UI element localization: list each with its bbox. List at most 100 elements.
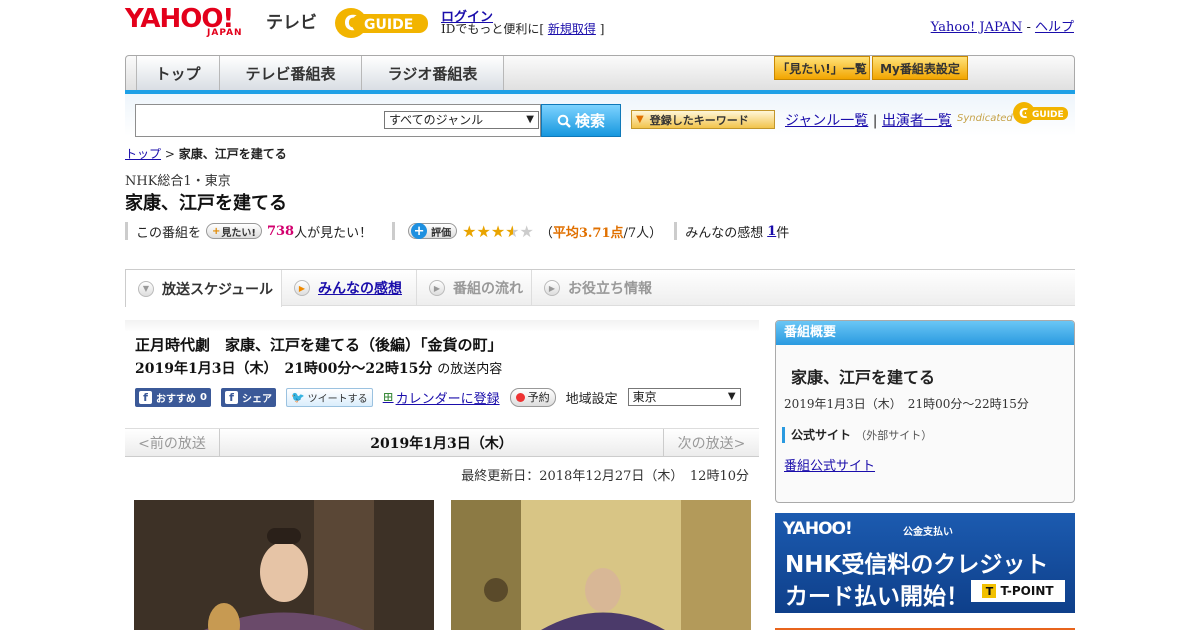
tab-nagare[interactable]: ▶ 番組の流れ [417,270,532,306]
nav-tab-top[interactable]: トップ [136,56,220,91]
tab-kanso[interactable]: ▶ みんなの感想 [282,270,417,306]
tweet-button[interactable]: 🐦 ツイートする [285,387,373,407]
plus-icon: + [212,225,221,237]
fb-share-label: シェア [241,393,272,405]
search-links: ジャンル一覧 | 出演者一覧 [785,110,952,130]
rate-button[interactable]: + 評価 [408,223,458,239]
yahoo-japan-link[interactable]: Yahoo! JAPAN [931,20,1023,35]
performer-list-link[interactable]: 出演者一覧 [882,113,952,129]
my-schedule-settings-button[interactable]: My番組表設定 [872,56,968,80]
kanso-label: みんなの感想 [685,225,764,241]
tab-yakudachi[interactable]: ▶ お役立ち情報 [532,270,672,306]
add-rating-icon: + [411,223,428,239]
banner-headline-1: NHK受信料のクレジット [785,552,1049,578]
meta-divider [674,222,678,240]
kanso-count-link[interactable]: 1 [767,224,776,239]
registered-keywords-label: 登録したキーワード [649,113,749,127]
episode-date-text: 2019年1月3日（木） 21時00分～22時15分 [135,361,433,377]
program-tabs: ▼ 放送スケジュール ▶ みんなの感想 ▶ 番組の流れ ▶ お役立ち情報 [125,269,1075,307]
facebook-recommend-button[interactable]: f おすすめ 0 [135,387,211,407]
meta-divider [125,222,128,240]
next-broadcast-link[interactable]: 次の放送> [663,429,759,457]
record-dot-icon [515,392,525,402]
login-subtext: IDでもっと便利に[ 新規取得 ] [441,20,604,37]
official-site-label: 公式サイト [791,428,852,442]
mitai-button-label: 見たい! [221,227,256,239]
search-button-label: 検索 [574,112,605,130]
registered-keywords-button[interactable]: ▼ 登録したキーワード [631,110,775,129]
rating-stars: ★★★★★ [462,222,534,241]
calendar-label: カレンダーに登録 [395,391,500,407]
g-guide-logo[interactable]: G GUIDE [334,6,432,40]
rate-button-label: 評価 [431,227,452,239]
twitter-bird-icon: 🐦 [290,390,305,404]
links-divider: | [872,113,878,129]
mitai-list-button[interactable]: 「見たい!」一覧 [774,56,870,80]
nav-tab-radio-schedule[interactable]: ラジオ番組表 [362,56,504,91]
official-site-link[interactable]: 番組公式サイト [784,455,875,474]
tpoint-icon: T [982,584,997,598]
tab-play-arrow-icon: ▶ [294,280,310,296]
rating-open: （ [539,225,553,241]
broadcast-pager: <前の放送 2019年1月3日（木） 次の放送> [125,428,759,457]
breadcrumb: トップ > 家康、江戸を建てる [125,145,287,162]
mitai-button[interactable]: + 見たい! [206,223,262,239]
region-value: 東京 [632,390,657,404]
search-button[interactable]: 検索 [541,104,621,137]
last-updated: 最終更新日：2018年12月27日（木） 12時10分 [461,469,749,484]
facebook-share-button[interactable]: f シェア [220,387,276,407]
share-row: f おすすめ 0 f シェア 🐦 ツイートする ⊞ カレンダーに登録 予約 地域… [135,387,741,407]
tab-play-arrow-icon: ▶ [544,280,560,296]
breadcrumb-top-link[interactable]: トップ [125,147,161,161]
genre-select[interactable]: すべてのジャンル ▼ [384,111,539,129]
program-summary-box: 番組概要 家康、江戸を建てる 2019年1月3日（木） 21時00分～22時15… [775,320,1075,503]
prev-broadcast-link[interactable]: <前の放送 [125,429,220,457]
tweet-label: ツイートする [307,393,368,405]
star-icon: ★ [462,221,477,241]
syndicated-label: Syndicated [957,113,1013,124]
star-icon: ★ [505,221,520,241]
page-title: 家康、江戸を建てる [125,193,287,214]
tab-schedule-label: 放送スケジュール [162,281,274,298]
program-summary-date: 2019年1月3日（木） 21時00分～22時15分 [784,397,1029,411]
fb-recommend-count: 0 [200,391,207,403]
tab-yakudachi-label: お役立ち情報 [568,281,652,297]
tab-schedule[interactable]: ▼ 放送スケジュール [125,270,282,307]
episode-date: 2019年1月3日（木） 21時00分～22時15分 の放送内容 [135,358,502,378]
help-link[interactable]: ヘルプ [1035,20,1074,35]
genre-list-link[interactable]: ジャンル一覧 [785,113,868,129]
main-nav: トップ テレビ番組表 ラジオ番組表 「見たい!」一覧 My番組表設定 [125,55,1075,91]
tpoint-badge: T T-POINT [971,580,1065,602]
calendar-plus-icon: ⊞ [382,389,394,405]
dropdown-triangle-icon: ▼ [636,114,644,125]
facebook-icon: f [224,390,238,404]
star-icon: ★ [519,221,534,241]
official-site-heading: 公式サイト （外部サイト） [782,427,932,443]
svg-text:GUIDE: GUIDE [364,17,413,33]
register-link[interactable]: 新規取得 [548,22,596,36]
banner-yahoo-logo: YAHOO! [783,519,853,539]
tpoint-label: T-POINT [1000,584,1054,598]
reserve-button[interactable]: 予約 [509,387,556,407]
rating-count: /7人） [623,225,663,241]
tab-down-arrow-icon: ▼ [138,280,154,297]
program-meta-row: この番組を + 見たい! 738 人が見たい！ + 評価 ★★★★★ （ 平均3… [125,221,789,241]
top-right-links: Yahoo! JAPAN - ヘルプ [931,16,1074,35]
program-summary-title: 家康、江戸を建てる [791,368,936,387]
kanso-unit: 件 [776,225,790,241]
region-label: 地域設定 [565,391,618,407]
nhk-fee-banner[interactable]: YAHOO! 公金支払い NHK受信料のクレジット カード払い開始！ T T-P… [775,513,1075,613]
rating-average: 平均3.71点 [552,225,624,241]
mitai-count: 738 [266,223,295,239]
tv-logo-label[interactable]: テレビ [266,8,317,33]
tab-play-arrow-icon: ▶ [429,280,445,296]
genre-selected-value: すべてのジャンル [389,113,484,127]
mitai-prefix: この番組を [136,225,202,241]
breadcrumb-current: 家康、江戸を建てる [178,147,287,161]
calendar-register-link[interactable]: ⊞ カレンダーに登録 [383,388,500,407]
nav-tab-tv-schedule[interactable]: テレビ番組表 [220,56,362,91]
svg-text:GUIDE: GUIDE [1032,110,1064,120]
region-select[interactable]: 東京 ▼ [627,388,741,406]
star-icon: ★ [476,221,491,241]
meta-divider [392,222,396,240]
